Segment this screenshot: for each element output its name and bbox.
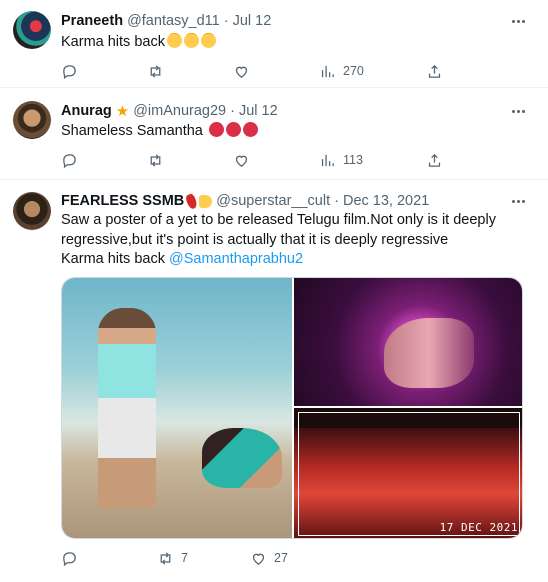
more-icon[interactable]: [508, 191, 528, 211]
tweet-text: Shameless Samantha: [61, 122, 531, 142]
avatar[interactable]: [13, 192, 51, 230]
tweet-header: Praneeth @fantasy_d11 · Jul 12: [61, 11, 271, 31]
tweet[interactable]: FEARLESS SSMB @superstar__cult · Dec 13,…: [0, 180, 548, 582]
share-icon: [428, 153, 441, 167]
author-handle[interactable]: @superstar__cult: [216, 193, 330, 209]
tweet-header: Anurag ★ @imAnurag29 · Jul 12: [61, 101, 278, 121]
tweet-text: Saw a poster of a yet to be released Tel…: [61, 211, 531, 270]
author-handle[interactable]: @imAnurag29: [133, 103, 226, 119]
author-name[interactable]: Praneeth: [61, 13, 123, 29]
avatar[interactable]: [13, 101, 51, 139]
views-count: 113: [343, 153, 363, 167]
tweet-text: Karma hits back: [61, 33, 531, 53]
retweet-icon: [150, 153, 161, 167]
tweet-actions: 7 27: [61, 547, 451, 569]
views-count: 270: [343, 64, 364, 78]
tweet-text-line: regressive,but it's point is actually th…: [61, 231, 449, 248]
tweet-text-line: Saw a poster of a yet to be released Tel…: [61, 212, 496, 228]
thumbs-up-icon: [199, 194, 213, 208]
chili-pepper-icon: [184, 192, 199, 210]
date-stamp: 17 DEC 2021: [439, 521, 518, 534]
more-icon[interactable]: [508, 11, 528, 31]
tweet[interactable]: Anurag ★ @imAnurag29 · Jul 12 Shameless …: [0, 88, 548, 180]
retweet-button[interactable]: 7: [157, 547, 188, 569]
image-frame: [298, 412, 520, 536]
reply-button[interactable]: [61, 60, 78, 82]
retweet-icon: [150, 64, 161, 78]
tweet-date[interactable]: · Dec 13, 2021: [334, 193, 429, 209]
more-icon[interactable]: [508, 101, 528, 121]
avatar[interactable]: [13, 11, 51, 49]
retweet-button[interactable]: [147, 60, 164, 82]
views-button[interactable]: 113: [319, 149, 363, 171]
image-figure: [98, 308, 156, 508]
laughing-emoji-icon: [183, 33, 199, 48]
tweet-text-line: Karma hits back @Samanthaprabhu2: [61, 251, 304, 267]
media-grid: 17 DEC 2021: [61, 277, 523, 539]
laughing-emoji-icon: [166, 33, 182, 48]
views-icon: [321, 65, 334, 77]
reply-button[interactable]: [61, 547, 78, 569]
like-icon: [252, 553, 265, 565]
poster-image[interactable]: [62, 278, 292, 538]
dance-scene-image[interactable]: [294, 278, 522, 406]
views-icon: [321, 154, 334, 166]
laughing-emoji-icon: [200, 33, 216, 48]
like-button[interactable]: 27: [250, 547, 288, 569]
tweet-actions: 270: [61, 60, 451, 82]
reply-button[interactable]: [61, 149, 78, 171]
author-name[interactable]: Anurag: [61, 103, 112, 119]
reply-icon: [63, 153, 76, 168]
dance-group-image[interactable]: 17 DEC 2021: [294, 408, 522, 538]
mention-link[interactable]: @Samanthaprabhu2: [169, 251, 303, 267]
image-figure: [202, 428, 282, 488]
retweet-button[interactable]: [147, 149, 164, 171]
like-count: 27: [274, 551, 288, 565]
angry-emoji-icon: [208, 122, 224, 137]
like-button[interactable]: [233, 149, 250, 171]
views-button[interactable]: 270: [319, 60, 364, 82]
like-icon: [235, 155, 248, 167]
share-icon: [428, 64, 441, 78]
reply-icon: [63, 551, 76, 566]
star-badge-icon: ★: [115, 103, 130, 120]
tweet-date[interactable]: · Jul 12: [224, 13, 272, 29]
reply-icon: [63, 64, 76, 79]
angry-emoji-icon: [225, 122, 241, 137]
retweet-count: 7: [181, 551, 188, 565]
image-figure: [384, 318, 474, 388]
author-handle[interactable]: @fantasy_d11: [127, 13, 220, 29]
share-button[interactable]: [426, 60, 443, 82]
tweet-header: FEARLESS SSMB @superstar__cult · Dec 13,…: [61, 191, 429, 211]
tweet-date[interactable]: · Jul 12: [230, 103, 278, 119]
tweet-actions: 113: [61, 149, 451, 171]
like-icon: [235, 66, 248, 78]
retweet-icon: [160, 551, 171, 565]
author-name[interactable]: FEARLESS SSMB: [61, 193, 184, 209]
like-button[interactable]: [233, 60, 250, 82]
tweet[interactable]: Praneeth @fantasy_d11 · Jul 12 Karma hit…: [0, 0, 548, 88]
share-button[interactable]: [426, 149, 443, 171]
angry-emoji-icon: [242, 122, 258, 137]
